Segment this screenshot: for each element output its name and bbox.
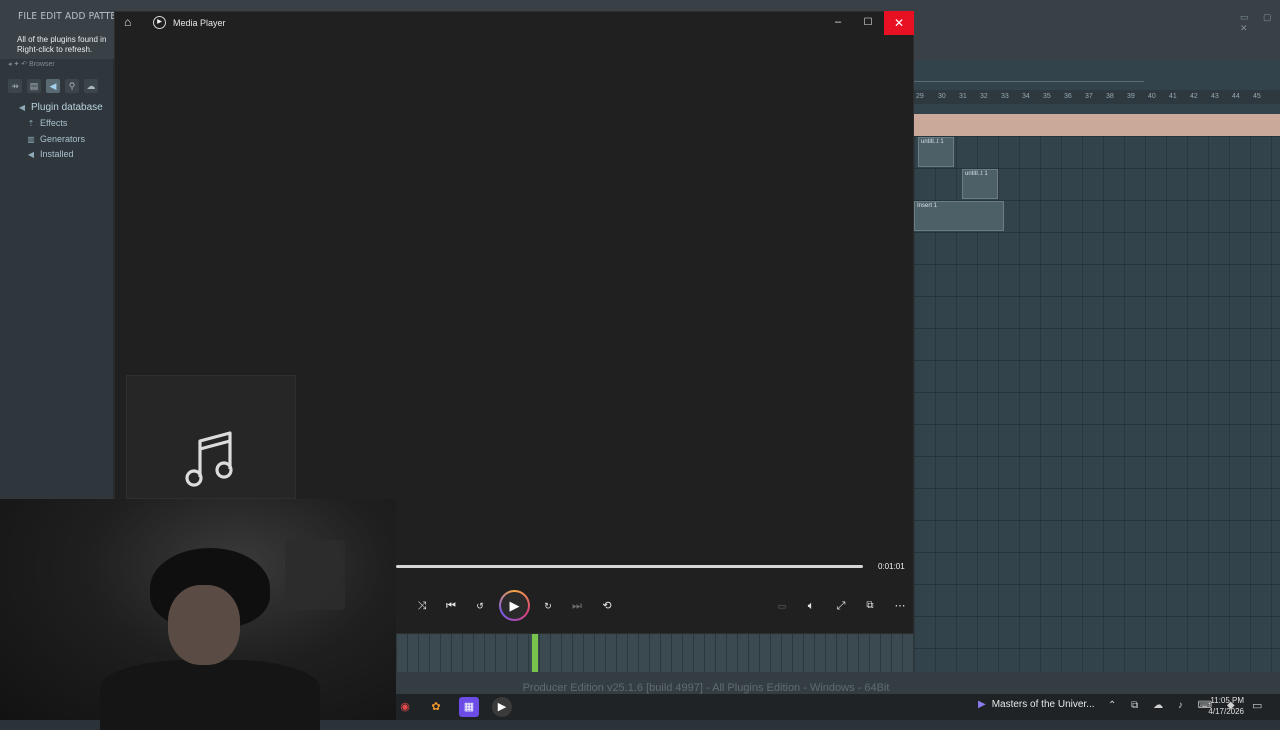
more-options-icon[interactable]: ⋯ <box>891 597 909 615</box>
playlist-scrollbar[interactable] <box>914 78 1144 82</box>
browser-toolbar: ⇸ ▤ ◀ ⚲ ☁ <box>8 78 112 94</box>
close-button[interactable]: ✕ <box>884 11 914 35</box>
fl-studio-icon[interactable]: ✿ <box>426 697 446 717</box>
ruler-tick: 45 <box>1253 93 1261 100</box>
ruler-tick: 41 <box>1169 93 1177 100</box>
repeat-off-icon[interactable]: ⟲ <box>598 597 616 615</box>
fullscreen-icon[interactable]: ⤢ <box>832 597 850 615</box>
ruler-tick: 31 <box>959 93 967 100</box>
tree-item-label: Effects <box>40 118 68 128</box>
tree-root-label: Plugin database <box>31 102 103 113</box>
tree-item-generators[interactable]: ▥ Generators <box>26 134 85 144</box>
ruler-tick: 44 <box>1232 93 1240 100</box>
ruler-tick: 33 <box>1001 93 1009 100</box>
ruler-tick: 29 <box>916 93 924 100</box>
plugin-db-icon: ◀ <box>18 103 26 112</box>
now-playing-title: Masters of the Univer... <box>991 699 1095 710</box>
tree-item-effects[interactable]: ⇡ Effects <box>26 118 68 128</box>
clip-label: Insert 1 <box>917 203 938 209</box>
play-button[interactable]: ▶ <box>499 590 530 621</box>
audio-waveform-track[interactable] <box>914 114 1280 136</box>
plugin-icon[interactable]: ◀ <box>46 79 60 93</box>
hint-line-1: All of the plugins found in <box>17 35 107 44</box>
collapse-icon[interactable]: ⇸ <box>8 79 22 93</box>
ruler-tick: 40 <box>1148 93 1156 100</box>
webcam-wall-poster <box>285 540 345 610</box>
automation-clip[interactable]: Insert 1 <box>914 201 1004 231</box>
playlist-bottom-strip <box>396 634 914 672</box>
shuffle-icon[interactable]: ⤨ <box>413 597 431 615</box>
tree-item-installed[interactable]: ◀ Installed <box>26 149 74 159</box>
pattern-clip[interactable]: untitl..t 1 <box>962 169 998 199</box>
ruler-tick: 35 <box>1043 93 1051 100</box>
fl-hint-panel: All of the plugins found in Right-click … <box>0 32 114 59</box>
hint-line-2: Right-click to refresh. <box>17 45 93 54</box>
time-remaining: 0:01:01 <box>878 562 905 571</box>
skip-back-10-icon[interactable]: ↺ <box>471 597 489 615</box>
volume-icon[interactable]: 🔈︎ <box>802 597 820 615</box>
browser-title: ◂ ✦ ↶ Browser <box>8 61 55 68</box>
tree-plugin-database[interactable]: ◀ Plugin database <box>17 102 103 113</box>
seek-bar[interactable] <box>396 565 863 568</box>
clock-time: 11:05 PM <box>1210 696 1244 705</box>
music-note-icon <box>183 427 237 494</box>
notification-icon[interactable]: ▭ <box>1252 699 1262 712</box>
webcam-person-face <box>168 585 240 665</box>
media-icon: ▶ <box>978 699 986 710</box>
grid-app-icon[interactable]: ▦ <box>459 697 479 717</box>
fl-toolbar <box>914 32 1280 60</box>
media-player-titlebar[interactable] <box>114 11 914 35</box>
playhead-marker[interactable] <box>532 634 538 672</box>
ruler-tick: 42 <box>1190 93 1198 100</box>
cloud-icon[interactable]: ☁ <box>84 79 98 93</box>
taskbar-clock[interactable]: 11:05 PM 4/17/2026 <box>1200 695 1244 717</box>
ruler-tick: 30 <box>938 93 946 100</box>
minimize-button[interactable]: – <box>828 12 848 34</box>
playlist-ruler[interactable]: 29 30 31 32 33 34 35 36 37 38 39 40 41 4… <box>914 90 1280 104</box>
previous-icon[interactable]: ⏮ <box>442 597 460 615</box>
clip-label: untitl..t 1 <box>921 139 944 145</box>
search-icon[interactable]: ⚲ <box>65 79 79 93</box>
ruler-tick: 43 <box>1211 93 1219 100</box>
ruler-tick: 32 <box>980 93 988 100</box>
clock-date: 4/17/2026 <box>1208 707 1244 716</box>
ruler-tick: 37 <box>1085 93 1093 100</box>
tree-item-label: Generators <box>40 134 86 144</box>
tree-item-label: Installed <box>40 149 74 159</box>
clip-label: untitl..t 1 <box>965 171 988 177</box>
generators-icon: ▥ <box>27 134 35 144</box>
installed-icon: ◀ <box>27 149 35 159</box>
ruler-tick: 38 <box>1106 93 1114 100</box>
browser-title-label: Browser <box>29 61 55 68</box>
ruler-tick: 36 <box>1064 93 1072 100</box>
next-icon[interactable]: ⏭ <box>568 597 586 615</box>
window-title: Media Player <box>173 18 226 28</box>
file-icon[interactable]: ▤ <box>27 79 41 93</box>
ruler-tick: 34 <box>1022 93 1030 100</box>
now-playing-widget[interactable]: ▶ Masters of the Univer... <box>978 699 1095 710</box>
ruler-tick: 39 <box>1127 93 1135 100</box>
media-player-taskbar-icon[interactable]: ▶ <box>492 697 512 717</box>
home-icon[interactable]: ⌂ <box>124 15 131 29</box>
obs-icon[interactable]: ◉ <box>395 697 415 717</box>
fl-status-text: Producer Edition v25.1.6 [build 4997] - … <box>522 682 890 694</box>
play-icon: ▶ <box>501 592 528 619</box>
pattern-clip[interactable]: untitl..t 1 <box>918 137 954 167</box>
maximize-button[interactable]: ☐ <box>858 12 878 34</box>
miniplayer-icon[interactable]: ⧉ <box>861 597 879 615</box>
media-player-app-icon: ▶ <box>153 16 166 29</box>
effects-icon: ⇡ <box>27 118 35 128</box>
subtitles-icon[interactable]: ▭ <box>773 597 791 615</box>
skip-forward-30-icon[interactable]: ↻ <box>539 597 557 615</box>
fl-window-controls[interactable]: ▭ ▢ ✕ <box>1240 12 1280 34</box>
